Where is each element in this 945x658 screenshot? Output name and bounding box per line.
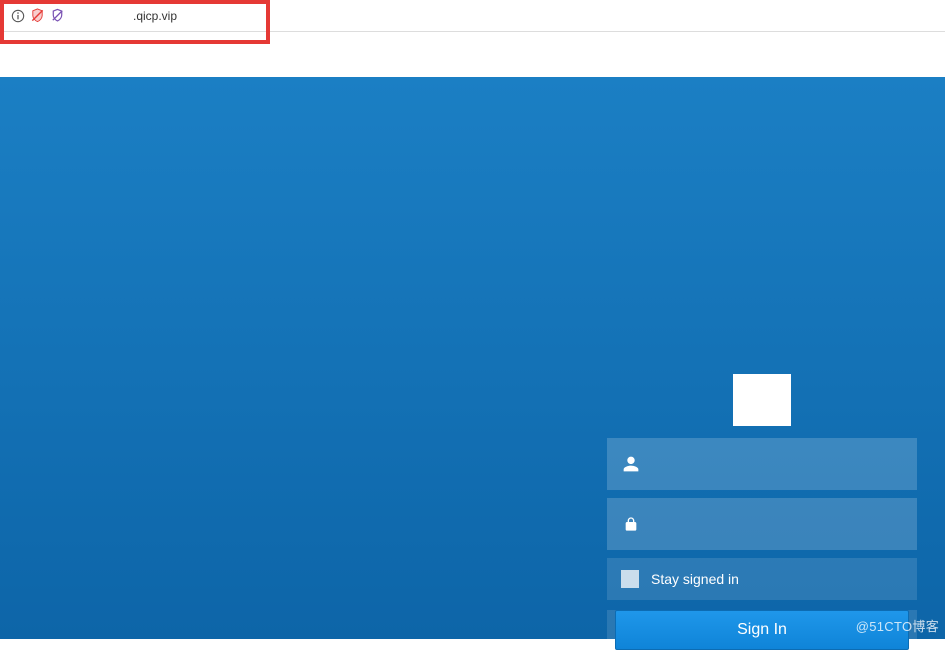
username-input[interactable] (653, 438, 903, 490)
stay-signed-in-row[interactable]: Stay signed in (607, 558, 917, 600)
user-icon (621, 452, 641, 476)
logo-placeholder (733, 374, 791, 426)
login-background-panel: Stay signed in Sign In @51CTO博客 (0, 77, 945, 639)
password-input[interactable] (653, 498, 903, 550)
address-bar-icons (10, 8, 65, 23)
stay-signed-in-checkbox[interactable] (621, 570, 639, 588)
password-row (607, 498, 917, 550)
watermark-text: @51CTO博客 (856, 616, 939, 635)
username-row (607, 438, 917, 490)
tracking-protection-icon[interactable] (50, 8, 65, 23)
page-body: Stay signed in Sign In @51CTO博客 (0, 32, 945, 639)
info-icon[interactable] (10, 8, 25, 23)
lock-icon (621, 512, 641, 536)
browser-address-bar[interactable]: .qicp.vip (0, 0, 945, 32)
shield-slash-icon[interactable] (30, 8, 45, 23)
stay-signed-in-label: Stay signed in (651, 571, 739, 587)
url-text[interactable]: .qicp.vip (133, 9, 177, 23)
